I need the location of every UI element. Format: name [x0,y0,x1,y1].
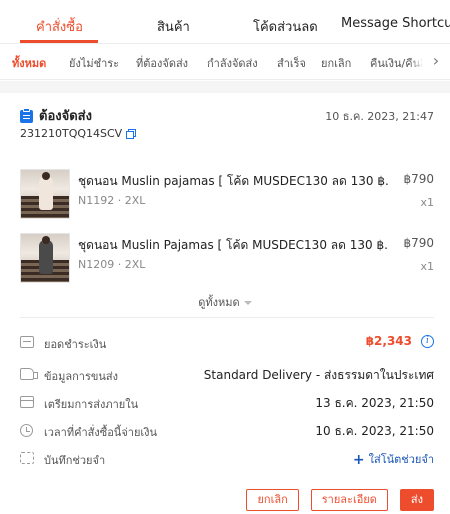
copy-icon[interactable] [126,129,137,139]
paid-time-row: เวลาที่คำสั่งซื้อนี้จ่ายเงิน 10 ธ.ค. 202… [20,421,434,441]
subtab-shipping[interactable]: กำลังจัดส่ง [207,54,258,72]
payment-card-icon [20,336,34,348]
subtab-all[interactable]: ทั้งหมด [12,54,46,72]
info-icon[interactable]: i [421,335,434,348]
clipboard-icon [20,108,33,123]
order-date: 10 ธ.ค. 2023, 21:47 [325,110,434,123]
order-id: 231210TQQ14SCV [20,127,123,140]
product-quantity: x1 [420,260,434,273]
subtab-completed[interactable]: สำเร็จ [277,54,306,72]
order-id-row: 231210TQQ14SCV [20,127,137,140]
tab-vouchers[interactable]: โค้ดส่วนลด [253,16,318,37]
plus-icon: + [352,452,365,468]
product-price: ฿790 [403,236,434,250]
cancel-order-button[interactable]: ยกเลิก [246,489,299,511]
prepare-by-row: เตรียมการส่งภายใน 13 ธ.ค. 2023, 21:50 [20,393,434,413]
add-memo-link[interactable]: + ใส่โน้ตช่วยจำ [353,450,434,468]
scroll-right-icon[interactable]: › [422,44,450,79]
order-status-tab-bar: ทั้งหมด ยังไม่ชำระ ที่ต้องจัดส่ง กำลังจั… [0,44,450,80]
prepare-by-label: เตรียมการส่งภายใน [44,398,139,411]
shipping-info-label: ข้อมูลการขนส่ง [44,370,118,383]
tab-products[interactable]: สินค้า [157,16,190,37]
note-icon [20,452,34,464]
add-memo-label: ใส่โน้ตช่วยจำ [368,453,434,466]
clock-icon [20,424,33,437]
product-variant: N1209 · 2XL [78,258,146,271]
product-item[interactable]: ชุดนอน Muslin pajamas [ โค้ด MUSDEC130 ล… [20,169,434,221]
section-separator [0,81,450,93]
product-variant: N1192 · 2XL [78,194,146,207]
order-details-button[interactable]: รายละเอียด [310,489,388,511]
paid-time-value: 10 ธ.ค. 2023, 21:50 [315,424,434,438]
tab-message-shortcut[interactable]: Message Shortcut [341,16,450,31]
product-image [20,233,70,283]
divider [20,317,434,318]
product-name: ชุดนอน Muslin pajamas [ โค้ด MUSDEC130 ล… [78,174,389,188]
order-total-value: ฿2,343 [365,334,412,348]
prepare-by-value: 13 ธ.ค. 2023, 21:50 [315,396,434,410]
paid-time-label: เวลาที่คำสั่งซื้อนี้จ่ายเงิน [44,426,158,439]
truck-icon [20,368,38,380]
order-total-label: ยอดชำระเงิน [44,338,107,351]
shipping-info-value: Standard Delivery - ส่งธรรมดาในประเทศ [203,368,434,382]
order-status-row: ต้องจัดส่ง [20,105,92,126]
subtab-to-ship[interactable]: ที่ต้องจัดส่ง [136,54,188,72]
tab-orders[interactable]: คำสั่งซื้อ [36,16,83,37]
calendar-icon [20,396,34,408]
memo-label: บันทึกช่วยจำ [44,454,106,467]
shipping-info-row: ข้อมูลการขนส่ง Standard Delivery - ส่งธร… [20,365,434,385]
order-card: ต้องจัดส่ง 10 ธ.ค. 2023, 21:47 231210TQQ… [0,93,450,514]
product-price: ฿790 [403,172,434,186]
product-name: ชุดนอน Muslin Pajamas [ โค้ด MUSDEC130 ล… [78,238,388,252]
subtab-unpaid[interactable]: ยังไม่ชำระ [69,54,119,72]
memo-row: บันทึกช่วยจำ + ใส่โน้ตช่วยจำ [20,449,434,469]
order-total-row: ยอดชำระเงิน ฿2,343 i [20,333,434,353]
product-quantity: x1 [420,196,434,209]
see-all-label: ดูทั้งหมด [198,296,240,309]
product-item[interactable]: ชุดนอน Muslin Pajamas [ โค้ด MUSDEC130 ล… [20,233,434,285]
top-tab-bar: คำสั่งซื้อ สินค้า โค้ดส่วนลด Message Sho… [0,0,450,44]
subtab-cancelled[interactable]: ยกเลิก [321,54,351,72]
active-tab-indicator [20,40,98,43]
order-actions: ยกเลิก รายละเอียด ส่ง [246,489,434,511]
order-status: ต้องจัดส่ง [39,109,92,124]
product-image [20,169,70,219]
ship-button[interactable]: ส่ง [399,489,434,511]
chevron-down-icon [243,301,252,305]
see-all-button[interactable]: ดูทั้งหมด [0,293,450,311]
